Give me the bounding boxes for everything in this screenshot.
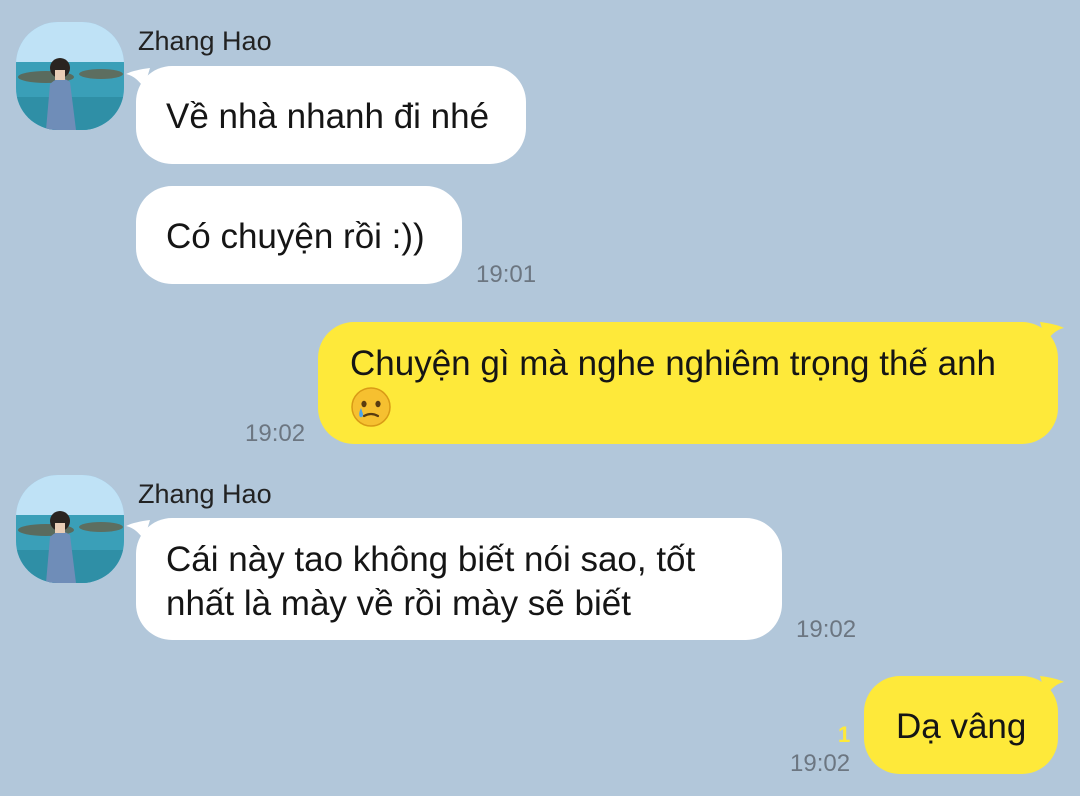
outgoing-message-bubble[interactable]: Dạ vâng: [864, 676, 1058, 774]
message-text: Về nhà nhanh đi nhé: [166, 97, 490, 136]
message-text: Có chuyện rồi :)): [166, 217, 425, 256]
avatar-photo: [16, 475, 124, 583]
sender-name: Zhang Hao: [138, 26, 272, 56]
message-text: Dạ vâng: [896, 707, 1027, 746]
message-timestamp: 19:02: [790, 750, 851, 777]
incoming-message-bubble[interactable]: Có chuyện rồi :)): [136, 186, 462, 284]
incoming-message-bubble[interactable]: Về nhà nhanh đi nhé: [136, 66, 526, 164]
bubble-tail: [1040, 322, 1064, 342]
message-timestamp: 19:01: [476, 261, 537, 288]
sender-name: Zhang Hao: [138, 479, 272, 509]
chat-room: Zhang Hao Về nhà nhanh đi nhé Có chuyện …: [0, 0, 1080, 796]
unread-count: 1: [838, 722, 851, 747]
message-timestamp: 19:02: [796, 616, 857, 643]
outgoing-message-bubble[interactable]: Chuyện gì mà nghe nghiêm trọng thế anh: [318, 322, 1058, 444]
bubble-tail: [1040, 676, 1064, 696]
contact-avatar[interactable]: [16, 22, 124, 130]
avatar-photo: [16, 22, 124, 130]
message-text-line-1: Cái này tao không biết nói sao, tốt: [166, 540, 696, 579]
message-text-line-2: nhất là mày về rồi mày sẽ biết: [166, 584, 631, 623]
message-timestamp: 19:02: [245, 420, 306, 447]
contact-avatar[interactable]: [16, 475, 124, 583]
crying-face-emoji: [350, 386, 392, 439]
message-text: Chuyện gì mà nghe nghiêm trọng thế anh: [350, 344, 996, 383]
incoming-message-bubble[interactable]: Cái này tao không biết nói sao, tốt nhất…: [136, 518, 782, 640]
